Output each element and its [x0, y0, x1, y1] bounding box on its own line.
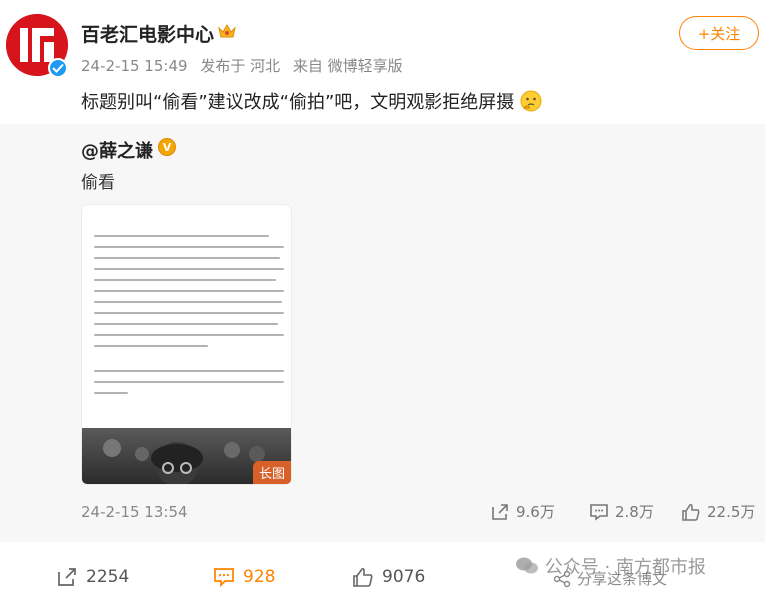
repost-like-count: 22.5万	[707, 503, 756, 521]
username[interactable]: 百老汇电影中心	[81, 20, 214, 47]
repost-like-button[interactable]: 22.5万	[681, 501, 755, 522]
share-post-text: 分享这条博文	[577, 570, 668, 588]
repost-comment-count: 2.8万	[615, 503, 654, 521]
like-icon	[682, 503, 700, 521]
comment-button[interactable]: 928	[213, 567, 275, 587]
share-post-hint: 分享这条博文	[553, 568, 667, 589]
long-image-tag: 长图	[252, 461, 291, 484]
repost-comment-button[interactable]: 2.8万	[589, 501, 654, 522]
share-icon	[492, 503, 508, 520]
post-text: 标题别叫“偷看”建议改成“偷拍”吧，文明观影拒绝屏摄	[81, 88, 542, 114]
post-meta: 24-2-15 15:49 发布于 河北 来自 微博轻享版	[81, 55, 411, 76]
verified-badge-icon	[48, 58, 68, 78]
post-location: 发布于 河北	[200, 57, 281, 75]
repost-card[interactable]: @薛之谦 V 偷看 长图 24-2-15 13:54 9.6万 2.8万 22.…	[0, 124, 765, 542]
post-source[interactable]: 来自 微博轻享版	[293, 57, 403, 75]
share-icon	[58, 568, 76, 586]
repost-text: 偷看	[81, 173, 115, 193]
repost-share-count: 9.6万	[516, 503, 555, 521]
follow-label: +关注	[697, 24, 741, 43]
comment-icon	[214, 568, 234, 587]
post-date[interactable]: 24-2-15 15:49	[81, 57, 188, 75]
comment-count: 928	[243, 567, 276, 587]
wechat-icon	[516, 557, 538, 574]
gold-verified-icon: V	[158, 138, 176, 156]
crown-icon	[218, 23, 236, 38]
like-count: 9076	[382, 567, 426, 587]
long-image-thumbnail[interactable]: 长图	[81, 204, 292, 485]
share-nodes-icon	[553, 570, 571, 587]
long-image-text-preview	[94, 235, 284, 403]
thinking-emoji-icon	[520, 90, 542, 112]
repost-share-button[interactable]: 9.6万	[490, 501, 555, 522]
like-button[interactable]: 9076	[352, 567, 425, 587]
follow-button[interactable]: +关注	[679, 16, 759, 50]
post-text-content: 标题别叫“偷看”建议改成“偷拍”吧，文明观影拒绝屏摄	[81, 92, 515, 113]
comment-icon	[590, 503, 608, 521]
like-icon	[353, 567, 373, 587]
share-count: 2254	[86, 567, 130, 587]
repost-author[interactable]: @薛之谦	[81, 137, 153, 163]
repost-date[interactable]: 24-2-15 13:54	[81, 503, 188, 521]
share-button[interactable]: 2254	[56, 567, 129, 587]
